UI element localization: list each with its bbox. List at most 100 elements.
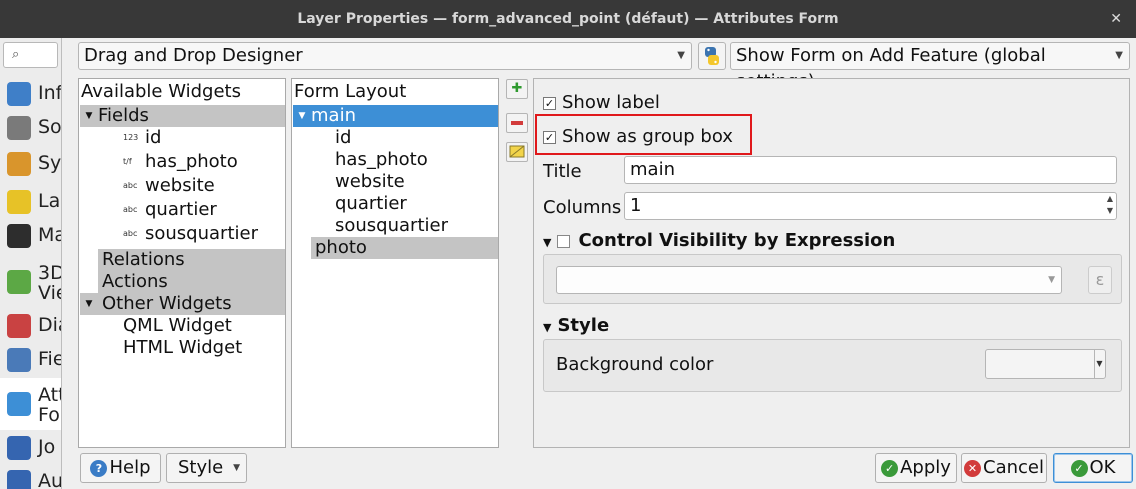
check-icon: ✓ [881,459,899,477]
layout-item-main[interactable]: ▼ main [293,105,498,127]
sidebar-item-source[interactable]: So [0,110,61,144]
layout-item-field[interactable]: website [335,171,405,193]
cancel-button[interactable]: ✕ Cancel [961,453,1047,483]
sidebar-item-diagrams[interactable]: Dia [0,308,61,342]
tree-item-other-widgets[interactable]: ▼ Other Widgets [80,293,285,315]
sidebar-item-label: Au [38,470,62,489]
title-input[interactable]: main [624,156,1117,184]
tree-item-field[interactable]: 123 id [123,127,161,149]
visibility-checkbox[interactable] [557,234,571,248]
sidebar-item-information[interactable]: Inf [0,76,62,110]
attributes-form-icon [7,392,31,416]
apply-button[interactable]: ✓ Apply [875,453,957,483]
tree-item-label: Actions [102,271,168,292]
title-bar: Layer Properties — form_advanced_point (… [0,0,1136,38]
style-label: Style [178,457,224,478]
layout-item-field[interactable]: quartier [335,193,407,215]
3d-view-icon [7,270,31,294]
tree-item-fields[interactable]: ▼ Fields [80,105,285,127]
layout-item-field[interactable]: id [335,127,351,149]
fields-icon [7,348,31,372]
sidebar-item-labels[interactable]: La [0,184,61,218]
sidebar-item-label: 3D Vie [38,262,61,304]
background-color-label: Background color [556,354,714,375]
cancel-icon: ✕ [964,459,981,477]
form-layout-panel: Form Layout ▼ main id has_photo website quar… [291,78,499,448]
tree-item-qml-widget[interactable]: QML Widget [123,315,232,337]
available-widgets-header: Available Widgets [81,81,241,102]
expand-arrow-icon[interactable]: ▼ [80,293,98,315]
joins-icon [7,436,31,460]
remove-item-button[interactable] [506,113,528,133]
layout-item-field[interactable]: sousquartier [335,215,448,237]
visibility-expression-input[interactable]: ▼ [556,266,1062,294]
sidebar-item-symbology[interactable]: Sy [0,146,62,180]
chevron-down-icon[interactable]: ▼ [1094,350,1104,378]
sidebar-item-masks[interactable]: Ma [0,218,61,252]
tree-item-label: Relations [102,249,185,270]
style-section-text: Style [557,315,610,336]
sidebar-item-label: Fie [38,348,62,370]
layout-item-photo[interactable]: photo [311,237,498,259]
check-icon: ✓ [1070,459,1088,477]
tree-item-field[interactable]: abc quartier [123,199,217,221]
control-visibility-text: Control Visibility by Expression [578,230,896,251]
chevron-down-icon: ▼ [233,463,240,473]
designer-mode-combo[interactable]: Drag and Drop Designer ▼ [78,42,692,70]
field-name: has_photo [145,151,238,172]
control-visibility-section[interactable]: ▼ Control Visibility by Expression [543,230,895,251]
close-icon[interactable]: ✕ [1110,0,1122,38]
cancel-label: Cancel [983,457,1044,478]
layout-item-field[interactable]: has_photo [335,149,428,171]
help-button[interactable]: ? Help [80,453,161,483]
tree-item-field[interactable]: t/f has_photo [123,151,238,173]
python-init-button[interactable] [698,42,726,70]
sidebar-item-joins[interactable]: Jo [0,430,61,464]
expression-builder-button[interactable]: ε [1088,266,1112,294]
invert-selection-button[interactable] [506,142,528,162]
style-section[interactable]: ▼ Style [543,315,609,336]
tree-item-label: photo [315,237,367,258]
plus-icon: ✚ [511,81,523,96]
ok-button[interactable]: ✓ OK [1053,453,1133,483]
show-label-checkbox[interactable]: ✓ Show label [543,92,660,113]
tree-item-field[interactable]: abc sousquartier [123,223,258,245]
sidebar: ⌕ Inf So Sy La Ma 3D Vie Dia Fie Att Fo Jo Au [0,38,62,489]
columns-value: 1 [630,195,642,216]
expand-arrow-icon[interactable]: ▼ [80,105,98,127]
sidebar-item-3d-view[interactable]: 3D Vie [0,256,61,308]
window-title: Layer Properties — form_advanced_point (… [297,11,839,27]
columns-spinbox[interactable]: 1 ▲ ▼ [624,192,1117,220]
field-type-icon: abc [123,205,138,214]
field-type-icon: abc [123,229,138,238]
collapse-arrow-icon[interactable]: ▼ [543,236,551,249]
sidebar-item-auxiliary-storage[interactable]: Au [0,464,62,489]
tree-item-relations[interactable]: Relations [98,249,285,271]
tree-item-html-widget[interactable]: HTML Widget [123,337,242,359]
field-name: id [145,127,162,148]
search-icon: ⌕ [12,47,20,62]
title-label: Title [543,161,582,182]
add-container-button[interactable]: ✚ [506,79,528,99]
available-widgets-panel: Available Widgets ▼ Fields 123 id t/f has_ph… [78,78,286,448]
spin-arrows-icon[interactable]: ▲ ▼ [1107,193,1113,217]
epsilon-icon: ε [1095,270,1105,289]
form-suppress-combo[interactable]: Show Form on Add Feature (global setting… [730,42,1130,92]
sidebar-item-label: La [38,190,61,212]
sidebar-item-fields[interactable]: Fie [0,342,62,376]
sidebar-item-attributes-form[interactable]: Att Fo [0,378,61,430]
search-input[interactable]: ⌕ [3,42,58,68]
chevron-down-icon: ▼ [1115,50,1123,61]
background-color-button[interactable]: ▼ [985,349,1106,379]
sidebar-item-label: Sy [38,152,62,174]
expand-arrow-icon[interactable]: ▼ [293,105,311,127]
source-icon [7,116,31,140]
field-name: quartier [145,199,217,220]
sidebar-item-label: Inf [38,82,62,104]
field-name: website [145,175,215,196]
tree-item-field[interactable]: abc website [123,175,215,197]
collapse-arrow-icon[interactable]: ▼ [543,321,551,334]
minus-icon [511,121,523,125]
style-menu-button[interactable]: Style ▼ [166,453,247,483]
tree-item-actions[interactable]: Actions [98,271,285,293]
